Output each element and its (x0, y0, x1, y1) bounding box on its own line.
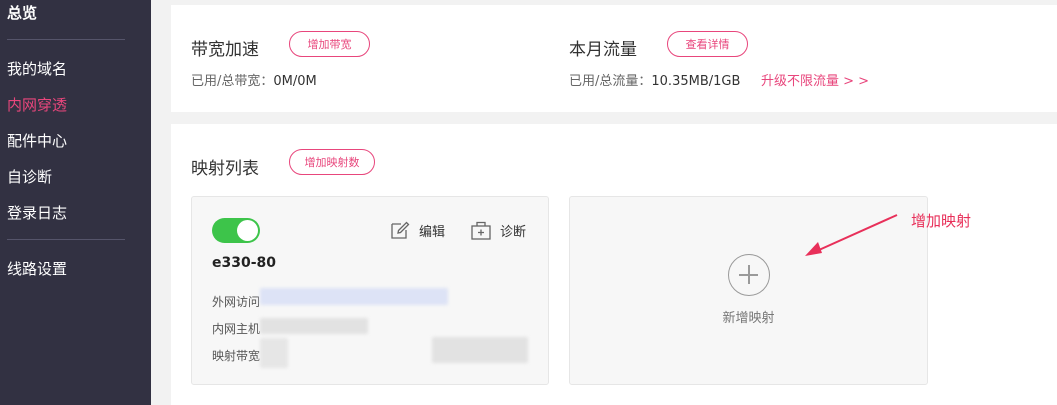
toggle-knob (237, 220, 258, 241)
mapping-card: 编辑 诊断 e330-80 外网访问 内网主机 映射带宽 (191, 196, 549, 385)
mapping-bandwidth-extra-redacted (432, 337, 528, 363)
traffic-title: 本月流量 (569, 40, 637, 60)
add-mapping-count-button[interactable]: 增加映射数 (289, 149, 375, 175)
edit-label: 编辑 (419, 225, 446, 240)
upgrade-unlimited-traffic-link[interactable]: 升级不限流量 > > (761, 70, 869, 89)
bandwidth-stat-value: 0M/0M (273, 74, 317, 89)
mapping-list-title: 映射列表 (191, 159, 259, 179)
diagnose-label: 诊断 (500, 225, 527, 240)
sidebar-item-intranet-penetration[interactable]: 内网穿透 (7, 94, 67, 115)
bandwidth-stat-label: 已用/总带宽： (191, 74, 274, 89)
sidebar: 总览 我的域名 内网穿透 配件中心 自诊断 登录日志 线路设置 (0, 0, 151, 405)
bandwidth-stat: 已用/总带宽：0M/0M (191, 70, 317, 89)
view-details-button[interactable]: 查看详情 (667, 31, 748, 57)
traffic-stat-label: 已用/总流量： (569, 74, 652, 89)
mapping-enabled-toggle[interactable] (212, 218, 260, 243)
annotation-text: 增加映射 (911, 212, 972, 230)
add-bandwidth-button[interactable]: 增加带宽 (289, 31, 370, 57)
sidebar-divider (7, 239, 125, 240)
diagnose-kit-icon (471, 221, 491, 240)
sidebar-title-overview[interactable]: 总览 (7, 2, 37, 23)
mapping-bandwidth-value-redacted (260, 338, 288, 368)
edit-icon (391, 221, 410, 239)
sidebar-item-self-diagnosis[interactable]: 自诊断 (7, 166, 52, 187)
internal-host-value-redacted (260, 318, 368, 334)
sidebar-divider (7, 39, 125, 40)
sidebar-item-line-settings[interactable]: 线路设置 (7, 258, 67, 279)
new-mapping-label: 新增映射 (722, 311, 775, 326)
mapping-name: e330-80 (212, 255, 277, 271)
sidebar-item-accessory-center[interactable]: 配件中心 (7, 130, 67, 151)
bandwidth-title: 带宽加速 (191, 40, 259, 60)
plus-circle-icon (728, 254, 770, 296)
sidebar-item-my-domains[interactable]: 我的域名 (7, 58, 67, 79)
mapping-bandwidth-label: 映射带宽 (212, 349, 261, 363)
sidebar-item-login-log[interactable]: 登录日志 (7, 202, 67, 223)
traffic-stat-value: 10.35MB/1GB (651, 74, 741, 89)
internal-host-label: 内网主机 (212, 322, 261, 336)
traffic-stat: 已用/总流量：10.35MB/1GB (569, 70, 740, 89)
external-access-value-redacted (260, 288, 448, 305)
external-access-label: 外网访问 (212, 295, 261, 309)
edit-button[interactable]: 编辑 (390, 221, 445, 240)
annotation-arrow-icon (805, 214, 898, 256)
diagnose-button[interactable]: 诊断 (471, 221, 526, 240)
